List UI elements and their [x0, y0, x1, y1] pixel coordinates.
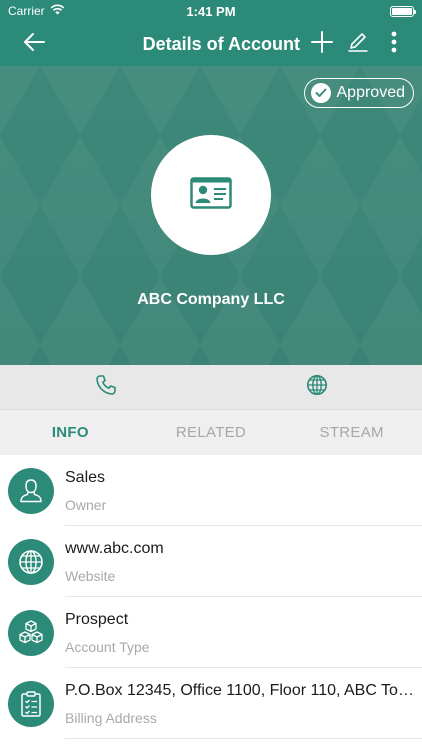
clipboard-icon: [8, 680, 54, 727]
pencil-icon: [347, 31, 369, 58]
checkmark-icon: [310, 83, 331, 103]
website-button[interactable]: [211, 365, 422, 409]
avatar: [151, 135, 271, 255]
status-bar: Carrier 1:41 PM: [0, 0, 422, 22]
battery-icon: [390, 5, 416, 17]
edit-button[interactable]: [340, 22, 376, 66]
add-button[interactable]: [304, 22, 340, 66]
info-list: Sales Owner www.abc.com Website Prospect…: [0, 455, 422, 739]
list-item-text: P.O.Box 12345, Office 1100, Floor 110, A…: [65, 682, 422, 726]
company-name: ABC Company LLC: [137, 291, 285, 308]
tab-related[interactable]: RELATED: [141, 410, 282, 455]
billing-address-value: P.O.Box 12345, Office 1100, Floor 110, A…: [65, 681, 414, 699]
more-vertical-icon: [391, 31, 397, 58]
plus-icon: [311, 30, 333, 58]
phone-icon: [95, 374, 117, 401]
list-item-billing-address[interactable]: P.O.Box 12345, Office 1100, Floor 110, A…: [0, 668, 422, 739]
list-item-text: Sales Owner: [65, 469, 422, 513]
page-title: Details of Account: [142, 33, 300, 54]
wifi-icon: [50, 4, 65, 18]
globe-icon: [306, 374, 328, 401]
back-button[interactable]: [16, 22, 52, 66]
tab-bar: INFO RELATED STREAM: [0, 410, 422, 455]
status-left: Carrier: [8, 4, 65, 18]
website-label: Website: [65, 567, 116, 584]
billing-address-label: Billing Address: [65, 709, 157, 726]
list-item-text: www.abc.com Website: [65, 540, 422, 584]
call-button[interactable]: [0, 365, 211, 409]
tab-stream[interactable]: STREAM: [281, 410, 422, 455]
account-type-value: Prospect: [65, 610, 129, 628]
battery-fill: [392, 7, 412, 15]
nav-bar: Details of Account: [0, 22, 422, 66]
id-card-icon: [190, 176, 232, 214]
tab-info[interactable]: INFO: [0, 410, 141, 455]
list-item-owner[interactable]: Sales Owner: [0, 455, 422, 526]
nav-actions: [304, 22, 412, 66]
list-item-account-type[interactable]: Prospect Account Type: [0, 597, 422, 668]
carrier-label: Carrier: [8, 4, 45, 18]
more-button[interactable]: [376, 22, 412, 66]
owner-value: Sales: [65, 468, 106, 486]
owner-label: Owner: [65, 496, 107, 513]
action-bar: [0, 365, 422, 410]
person-icon: [8, 467, 54, 514]
list-item-website[interactable]: www.abc.com Website: [0, 526, 422, 597]
account-header: Approved ABC Company LLC: [0, 66, 422, 365]
arrow-left-icon: [22, 32, 46, 57]
globe-icon: [8, 538, 54, 585]
website-value: www.abc.com: [65, 539, 164, 557]
cubes-icon: [8, 609, 54, 656]
status-badge-label: Approved: [336, 84, 406, 101]
list-item-text: Prospect Account Type: [65, 611, 422, 655]
status-badge: Approved: [303, 78, 414, 108]
account-type-label: Account Type: [65, 638, 150, 655]
